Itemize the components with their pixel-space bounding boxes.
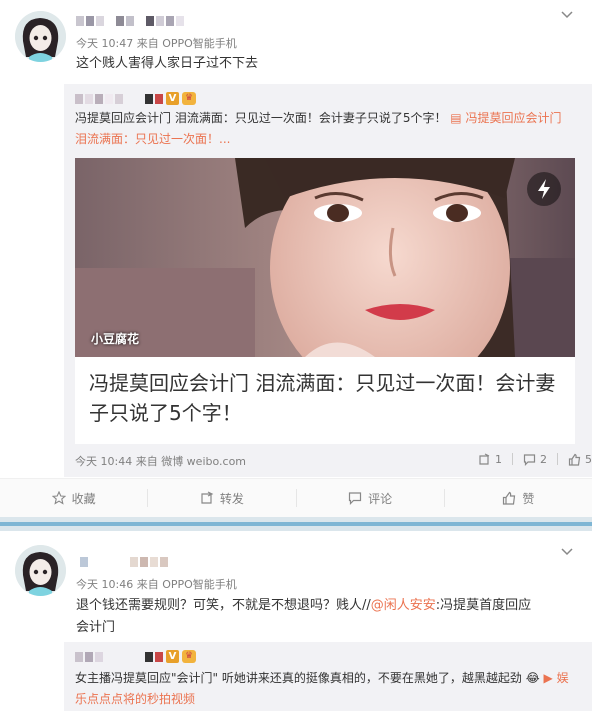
- repost-icon: [201, 491, 214, 504]
- repost-box: V ♛ 女主播冯提莫回应"会计门" 听她讲来还真的挺像真相的，不要在黑她了，越黑…: [64, 642, 592, 711]
- avatar[interactable]: [15, 11, 66, 62]
- watermark: 小豆腐花: [91, 332, 140, 346]
- like-icon: [503, 491, 516, 505]
- chevron-down-icon[interactable]: [560, 8, 574, 22]
- username-blurred[interactable]: [76, 16, 184, 26]
- article-card[interactable]: 小豆腐花 冯提莫回应会计门 泪流满面：只见过一次面！会计妻子只说了5个字！: [75, 158, 575, 444]
- comment-button[interactable]: 评论: [297, 489, 445, 507]
- separator-bar: [0, 522, 592, 526]
- mention-link[interactable]: @闲人安安: [371, 598, 436, 613]
- like-count-button[interactable]: 5: [568, 453, 592, 466]
- weibo-post-1: 今天 10:47 来自 OPPO智能手机 这个贱人害得人家日子过不下去 V ♛ …: [0, 0, 592, 517]
- repost-username-blurred[interactable]: [75, 651, 163, 662]
- verified-badge: V: [166, 92, 179, 105]
- action-bar: 收藏 转发 评论 赞: [0, 478, 592, 517]
- like-icon: [568, 453, 581, 466]
- comment-icon: [349, 492, 362, 505]
- flash-icon[interactable]: [527, 172, 561, 206]
- repost-count-button[interactable]: 1: [478, 453, 502, 466]
- repost-link-line2[interactable]: 泪流满面：只见过一次面！...: [75, 132, 230, 146]
- repost-author[interactable]: V ♛: [75, 650, 196, 663]
- feed-separator: [0, 517, 592, 531]
- post-meta: 今天 10:47 来自 OPPO智能手机: [76, 37, 237, 50]
- emoji-icon: 😂: [525, 671, 540, 685]
- repost-footer: 今天 10:44 来自 微博 weibo.com 1 2 5: [75, 453, 592, 469]
- article-thumbnail[interactable]: 小豆腐花: [75, 158, 575, 357]
- repost-author[interactable]: V ♛: [75, 92, 196, 105]
- chevron-down-icon[interactable]: [560, 545, 574, 559]
- verified-badge: V: [166, 650, 179, 663]
- post-text: 这个贱人害得人家日子过不下去: [76, 56, 259, 71]
- repost-box: V ♛ 冯提莫回应会计门 泪流满面：只见过一次面！会计妻子只说了5个字！ ▤ 冯…: [64, 84, 592, 477]
- repost-text-main: 冯提莫回应会计门 泪流满面：只见过一次面！会计妻子只说了5个字！: [75, 111, 447, 125]
- crown-badge-icon: ♛: [182, 650, 196, 663]
- repost-meta: 今天 10:44 来自 微博 weibo.com: [75, 455, 247, 468]
- repost-stats: 1 2 5: [478, 453, 592, 466]
- favorite-button[interactable]: 收藏: [0, 489, 149, 507]
- repost-button[interactable]: 转发: [148, 489, 297, 507]
- video-link[interactable]: ▶ 娱: [544, 671, 569, 685]
- crown-badge-icon: ♛: [182, 92, 196, 105]
- username-blurred[interactable]: [80, 557, 168, 567]
- repost-link[interactable]: ▤ 冯提莫回应会计门: [450, 111, 561, 125]
- repost-text-main: 女主播冯提莫回应"会计门" 听她讲来还真的挺像真相的，不要在黑她了，越黑越起劲: [75, 671, 522, 685]
- video-link-line2[interactable]: 乐点点点将的秒拍视频: [75, 692, 195, 706]
- repost-text: 冯提莫回应会计门 泪流满面：只见过一次面！会计妻子只说了5个字！ ▤ 冯提莫回应…: [75, 108, 586, 150]
- avatar[interactable]: [15, 545, 66, 596]
- like-button[interactable]: 赞: [445, 489, 592, 507]
- repost-text: 女主播冯提莫回应"会计门" 听她讲来还真的挺像真相的，不要在黑她了，越黑越起劲 …: [75, 668, 586, 710]
- favorite-icon: [51, 491, 66, 505]
- divider: [512, 453, 513, 465]
- repost-username-blurred[interactable]: [75, 93, 163, 104]
- comment-icon: [523, 454, 536, 466]
- divider: [557, 453, 558, 465]
- comment-count-button[interactable]: 2: [523, 453, 547, 466]
- post-meta: 今天 10:46 来自 OPPO智能手机: [76, 578, 237, 591]
- post-text: 退个钱还需要规则？可笑，不就是不想退吗？贱人//@闲人安安:冯提莫首度回应 会计…: [76, 598, 532, 635]
- repost-icon: [479, 453, 490, 465]
- article-title[interactable]: 冯提莫回应会计门 泪流满面：只见过一次面！会计妻子只说了5个字！: [89, 368, 559, 428]
